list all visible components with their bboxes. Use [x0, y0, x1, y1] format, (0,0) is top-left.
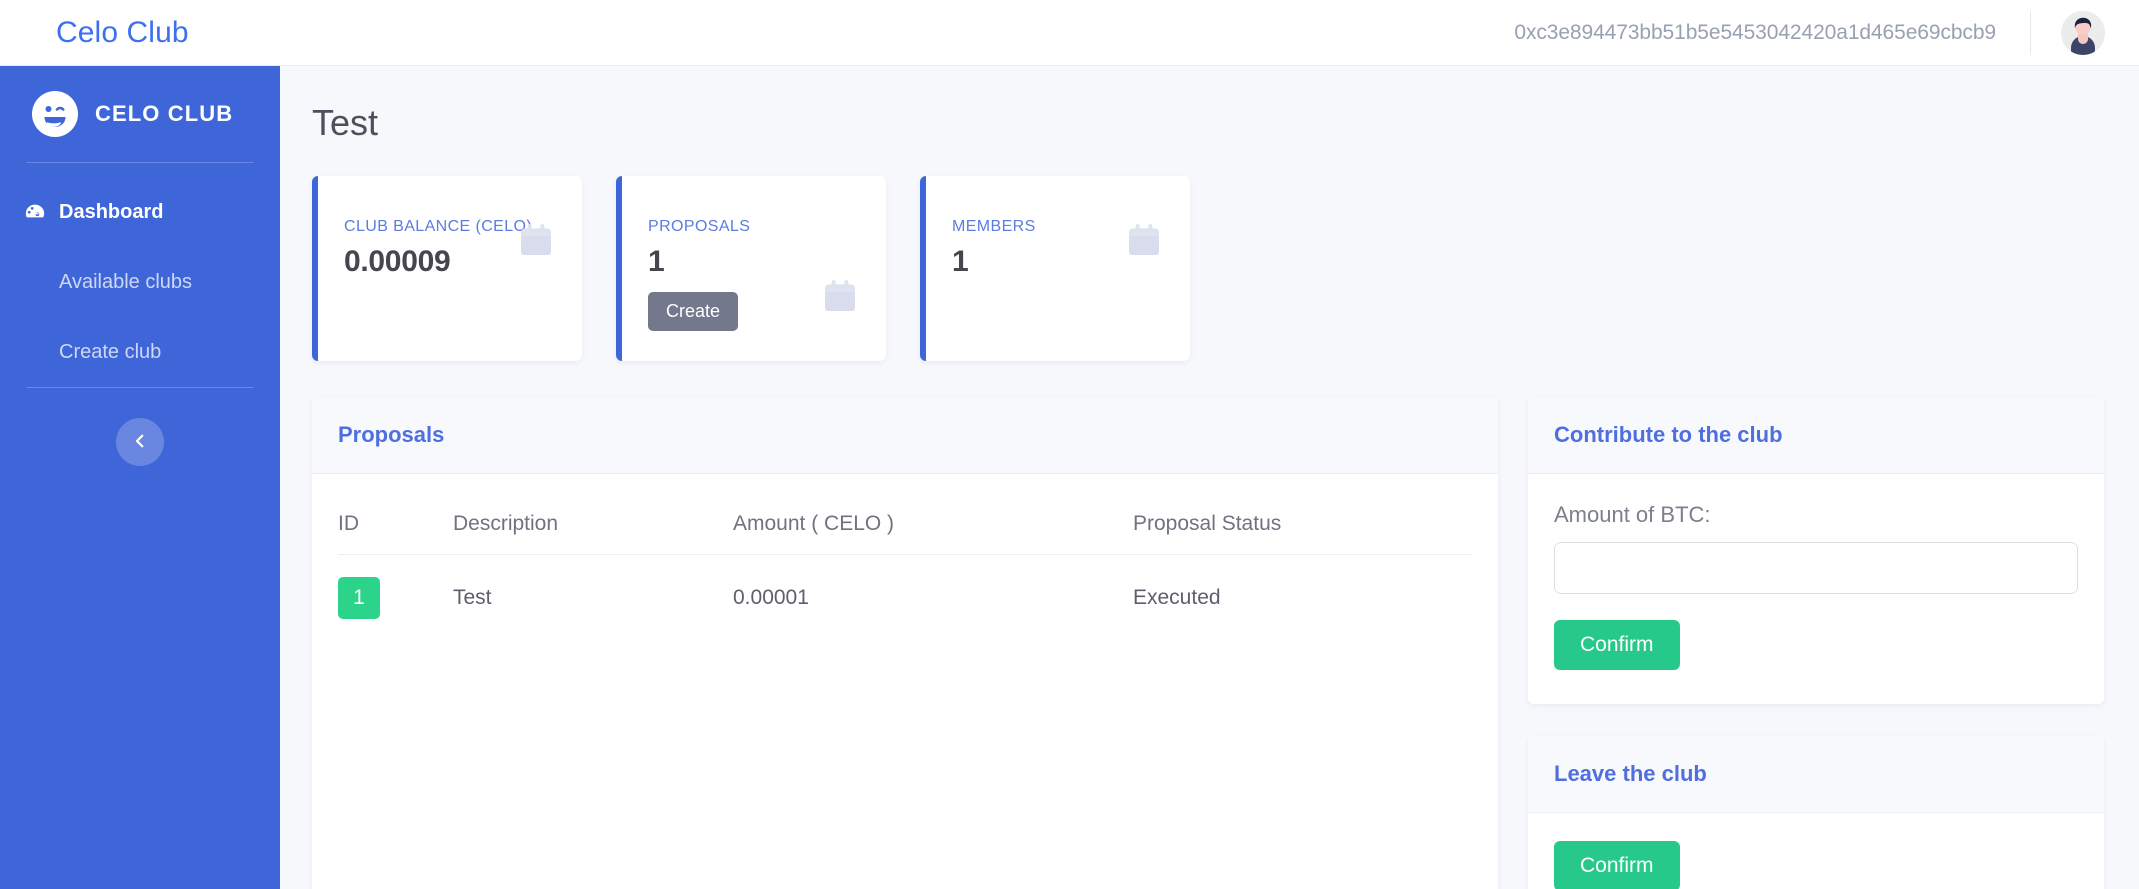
chevron-left-icon	[131, 432, 149, 453]
wallet-address[interactable]: 0xc3e894473bb51b5e5453042420a1d465e69cbc…	[1514, 21, 2030, 45]
calendar-icon	[516, 220, 556, 265]
page-title: Test	[312, 102, 379, 143]
leave-club-panel-body: Confirm	[1528, 813, 2104, 889]
contribute-panel-header: Contribute to the club	[1528, 397, 2104, 474]
contribute-confirm-button[interactable]: Confirm	[1554, 620, 1680, 670]
lower-grid: Proposals ID Description Amount ( CELO )…	[280, 361, 2139, 889]
brand-link[interactable]: Celo Club	[56, 16, 189, 50]
user-avatar-icon	[2061, 10, 2105, 55]
proposals-table-wrap: ID Description Amount ( CELO ) Proposal …	[312, 474, 1498, 681]
sidebar-collapse-button[interactable]	[116, 418, 164, 466]
stat-card-club-balance: Club Balance (CELO) 0.00009	[312, 176, 582, 361]
stat-card-members: Members 1	[920, 176, 1190, 361]
column-header-status: Proposal Status	[1133, 494, 1472, 555]
column-header-description: Description	[453, 494, 733, 555]
leave-club-panel: Leave the club Confirm	[1528, 736, 2104, 889]
avatar	[2061, 10, 2105, 55]
sidebar-item-label: Create club	[59, 340, 162, 363]
leave-club-panel-header: Leave the club	[1528, 736, 2104, 813]
top-navbar: Celo Club 0xc3e894473bb51b5e5453042420a1…	[0, 0, 2139, 66]
amount-input[interactable]	[1554, 542, 2078, 594]
sidebar: CELO CLUB Dashboard Available clubs Crea…	[0, 66, 280, 889]
leave-confirm-button[interactable]: Confirm	[1554, 841, 1680, 889]
avatar-button[interactable]	[2031, 10, 2139, 55]
sidebar-item-label: Available clubs	[59, 270, 193, 293]
stat-card-row: Club Balance (CELO) 0.00009 Proposals 1 …	[280, 144, 2139, 361]
wink-smiley-icon	[32, 91, 78, 137]
sidebar-item-dashboard[interactable]: Dashboard	[0, 177, 280, 247]
panel-title: Contribute to the club	[1554, 422, 1783, 447]
table-body: 1 Test 0.00001 Executed	[338, 555, 1472, 642]
column-header-amount: Amount ( CELO )	[733, 494, 1133, 555]
table-row[interactable]: 1 Test 0.00001 Executed	[338, 555, 1472, 642]
sidebar-item-available-clubs[interactable]: Available clubs	[0, 247, 280, 317]
proposals-table: ID Description Amount ( CELO ) Proposal …	[338, 494, 1472, 641]
side-column: Contribute to the club Amount of BTC: Co…	[1528, 397, 2104, 889]
sidebar-brand[interactable]: CELO CLUB	[0, 66, 280, 162]
amount-field-label: Amount of BTC:	[1554, 502, 1711, 527]
cell-status: Executed	[1133, 586, 1221, 609]
main-content: Test Club Balance (CELO) 0.00009 Proposa…	[280, 66, 2139, 889]
calendar-icon	[1124, 220, 1164, 265]
proposals-panel-header: Proposals	[312, 397, 1498, 474]
panel-title: Leave the club	[1554, 761, 1707, 786]
stat-card-proposals: Proposals 1 Create	[616, 176, 886, 361]
tachometer-icon	[22, 201, 48, 223]
stat-card-label: Proposals	[648, 218, 751, 235]
column-header-id: ID	[338, 494, 453, 555]
cell-amount: 0.00001	[733, 586, 809, 609]
panel-title: Proposals	[338, 422, 445, 447]
sidebar-item-create-club[interactable]: Create club	[0, 317, 280, 387]
proposals-panel: Proposals ID Description Amount ( CELO )…	[312, 397, 1498, 889]
table-header-row: ID Description Amount ( CELO ) Proposal …	[338, 494, 1472, 555]
cell-id: 1	[338, 555, 453, 642]
create-proposal-button[interactable]: Create	[648, 292, 739, 331]
cell-description: Test	[453, 586, 492, 609]
sidebar-item-label: Dashboard	[59, 200, 164, 223]
calendar-icon	[788, 240, 860, 316]
sidebar-nav-list: Dashboard Available clubs Create club	[0, 163, 280, 387]
table-head: ID Description Amount ( CELO ) Proposal …	[338, 494, 1472, 555]
sidebar-brand-label: CELO CLUB	[95, 101, 234, 126]
topbar-right-group: 0xc3e894473bb51b5e5453042420a1d465e69cbc…	[1514, 0, 2139, 65]
contribute-panel-body: Amount of BTC: Confirm	[1528, 474, 2104, 704]
contribute-panel: Contribute to the club Amount of BTC: Co…	[1528, 397, 2104, 704]
sidebar-collapse-row	[0, 388, 280, 466]
status-badge: 1	[338, 577, 380, 619]
